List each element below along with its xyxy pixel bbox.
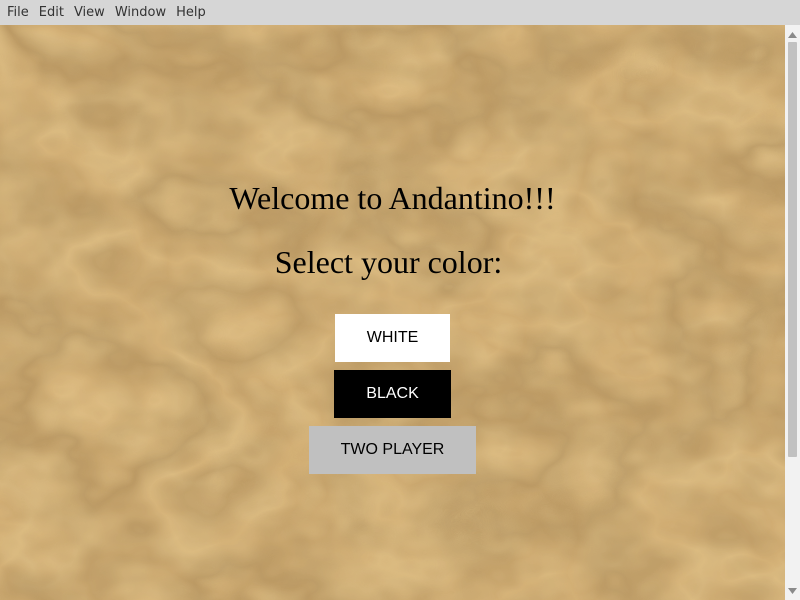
menu-window[interactable]: Window — [110, 0, 171, 25]
welcome-title: Welcome to Andantino!!! — [229, 180, 556, 216]
white-button[interactable]: WHITE — [335, 314, 450, 362]
menu-edit[interactable]: Edit — [34, 0, 69, 25]
menu-bar: File Edit View Window Help — [0, 0, 800, 25]
scrollbar-thumb[interactable] — [788, 42, 797, 457]
triangle-up-icon[interactable] — [785, 27, 800, 42]
two-player-button[interactable]: TWO PLAYER — [309, 426, 476, 474]
wood-texture-background — [0, 25, 785, 600]
menu-file[interactable]: File — [2, 0, 34, 25]
triangle-down-icon[interactable] — [785, 583, 800, 598]
vertical-scrollbar[interactable] — [785, 25, 800, 600]
select-color-prompt: Select your color: — [274, 244, 503, 280]
black-button[interactable]: BLACK — [334, 370, 451, 418]
game-canvas: Welcome to Andantino!!! Select your colo… — [0, 25, 785, 600]
menu-help[interactable]: Help — [171, 0, 211, 25]
menu-view[interactable]: View — [69, 0, 110, 25]
